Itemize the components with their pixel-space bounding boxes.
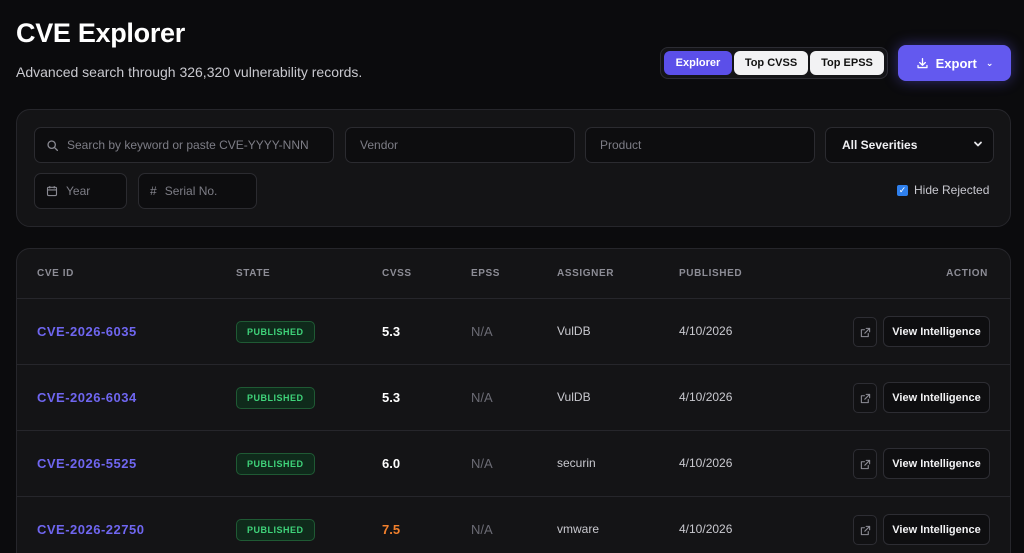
published-date: 4/10/2026 xyxy=(679,456,733,470)
assigner: vmware xyxy=(557,522,600,536)
cve-table: CVE ID STATE CVSS EPSS ASSIGNER PUBLISHE… xyxy=(16,248,1011,553)
cve-id-link[interactable]: CVE-2026-5525 xyxy=(37,456,137,471)
table-row: CVE-2026-6034 PUBLISHED 5.3 N/A VulDB 4/… xyxy=(17,365,1010,431)
external-link-icon xyxy=(860,393,870,403)
filter-panel: Search by keyword or paste CVE-YYYY-NNN … xyxy=(16,109,1011,227)
vendor-placeholder: Vendor xyxy=(360,138,399,152)
external-link-icon xyxy=(860,327,870,337)
hash-icon: # xyxy=(150,184,157,198)
epss-score: N/A xyxy=(471,456,493,471)
assigner: VulDB xyxy=(557,390,591,404)
chevron-down-icon: ⌄ xyxy=(985,57,994,68)
hide-rejected-label: Hide Rejected xyxy=(914,183,990,197)
export-label: Export xyxy=(935,55,977,71)
search-icon xyxy=(46,139,59,152)
search-input[interactable]: Search by keyword or paste CVE-YYYY-NNN xyxy=(34,127,334,163)
column-header-cvss[interactable]: CVSS xyxy=(382,268,412,279)
product-placeholder: Product xyxy=(600,138,642,152)
status-badge: PUBLISHED xyxy=(236,321,315,343)
tab-explorer[interactable]: Explorer xyxy=(664,51,732,75)
cvss-score: 5.3 xyxy=(382,390,401,405)
cve-id-link[interactable]: CVE-2026-6034 xyxy=(37,390,137,405)
page-title: CVE Explorer xyxy=(16,18,185,48)
cvss-score: 6.0 xyxy=(382,456,401,471)
view-intelligence-button[interactable]: View Intelligence xyxy=(883,382,990,413)
chevron-down-icon xyxy=(973,138,983,152)
year-placeholder: Year xyxy=(66,184,91,198)
column-header-assigner[interactable]: ASSIGNER xyxy=(557,268,614,279)
published-date: 4/10/2026 xyxy=(679,390,733,404)
tab-top-cvss[interactable]: Top CVSS xyxy=(734,51,808,75)
cvss-score: 7.5 xyxy=(382,522,401,537)
column-header-action: ACTION xyxy=(946,268,988,279)
view-intelligence-button[interactable]: View Intelligence xyxy=(883,514,990,545)
serial-placeholder: Serial No. xyxy=(164,184,218,198)
vendor-input[interactable]: Vendor xyxy=(345,127,575,163)
severity-select[interactable]: All Severities xyxy=(825,127,994,163)
product-input[interactable]: Product xyxy=(585,127,815,163)
external-link-button[interactable] xyxy=(853,449,877,479)
cve-id-link[interactable]: CVE-2026-6035 xyxy=(37,324,137,339)
external-link-button[interactable] xyxy=(853,383,877,413)
view-intelligence-button[interactable]: View Intelligence xyxy=(883,316,990,347)
column-header-published[interactable]: PUBLISHED xyxy=(679,268,742,279)
published-date: 4/10/2026 xyxy=(679,522,733,536)
column-header-state[interactable]: STATE xyxy=(236,268,270,279)
status-badge: PUBLISHED xyxy=(236,453,315,475)
assigner: securin xyxy=(557,456,596,470)
column-header-cve-id[interactable]: CVE ID xyxy=(37,268,74,279)
year-input[interactable]: Year xyxy=(34,173,127,209)
view-tabs: Explorer Top CVSS Top EPSS xyxy=(660,47,888,79)
external-link-icon xyxy=(860,459,870,469)
tab-top-epss[interactable]: Top EPSS xyxy=(810,51,884,75)
assigner: VulDB xyxy=(557,324,591,338)
cve-id-link[interactable]: CVE-2026-22750 xyxy=(37,522,144,537)
hide-rejected-checkbox[interactable]: ✓ xyxy=(897,184,908,196)
published-date: 4/10/2026 xyxy=(679,324,733,338)
search-placeholder: Search by keyword or paste CVE-YYYY-NNN xyxy=(67,138,309,152)
epss-score: N/A xyxy=(471,522,493,537)
download-icon xyxy=(916,57,929,70)
cvss-score: 5.3 xyxy=(382,324,401,339)
status-badge: PUBLISHED xyxy=(236,519,315,541)
hide-rejected-toggle[interactable]: ✓ Hide Rejected xyxy=(897,183,989,197)
table-header: CVE ID STATE CVSS EPSS ASSIGNER PUBLISHE… xyxy=(17,249,1010,299)
epss-score: N/A xyxy=(471,390,493,405)
external-link-button[interactable] xyxy=(853,515,877,545)
export-button[interactable]: Export ⌄ xyxy=(898,45,1011,81)
status-badge: PUBLISHED xyxy=(236,387,315,409)
table-row: CVE-2026-5525 PUBLISHED 6.0 N/A securin … xyxy=(17,431,1010,497)
calendar-icon xyxy=(46,185,58,197)
column-header-epss[interactable]: EPSS xyxy=(471,268,500,279)
table-row: CVE-2026-6035 PUBLISHED 5.3 N/A VulDB 4/… xyxy=(17,299,1010,365)
view-intelligence-button[interactable]: View Intelligence xyxy=(883,448,990,479)
serial-input[interactable]: # Serial No. xyxy=(138,173,257,209)
table-row: CVE-2026-22750 PUBLISHED 7.5 N/A vmware … xyxy=(17,497,1010,553)
severity-selected: All Severities xyxy=(842,138,918,152)
epss-score: N/A xyxy=(471,324,493,339)
external-link-icon xyxy=(860,525,870,535)
external-link-button[interactable] xyxy=(853,317,877,347)
page-subtitle: Advanced search through 326,320 vulnerab… xyxy=(16,64,363,80)
